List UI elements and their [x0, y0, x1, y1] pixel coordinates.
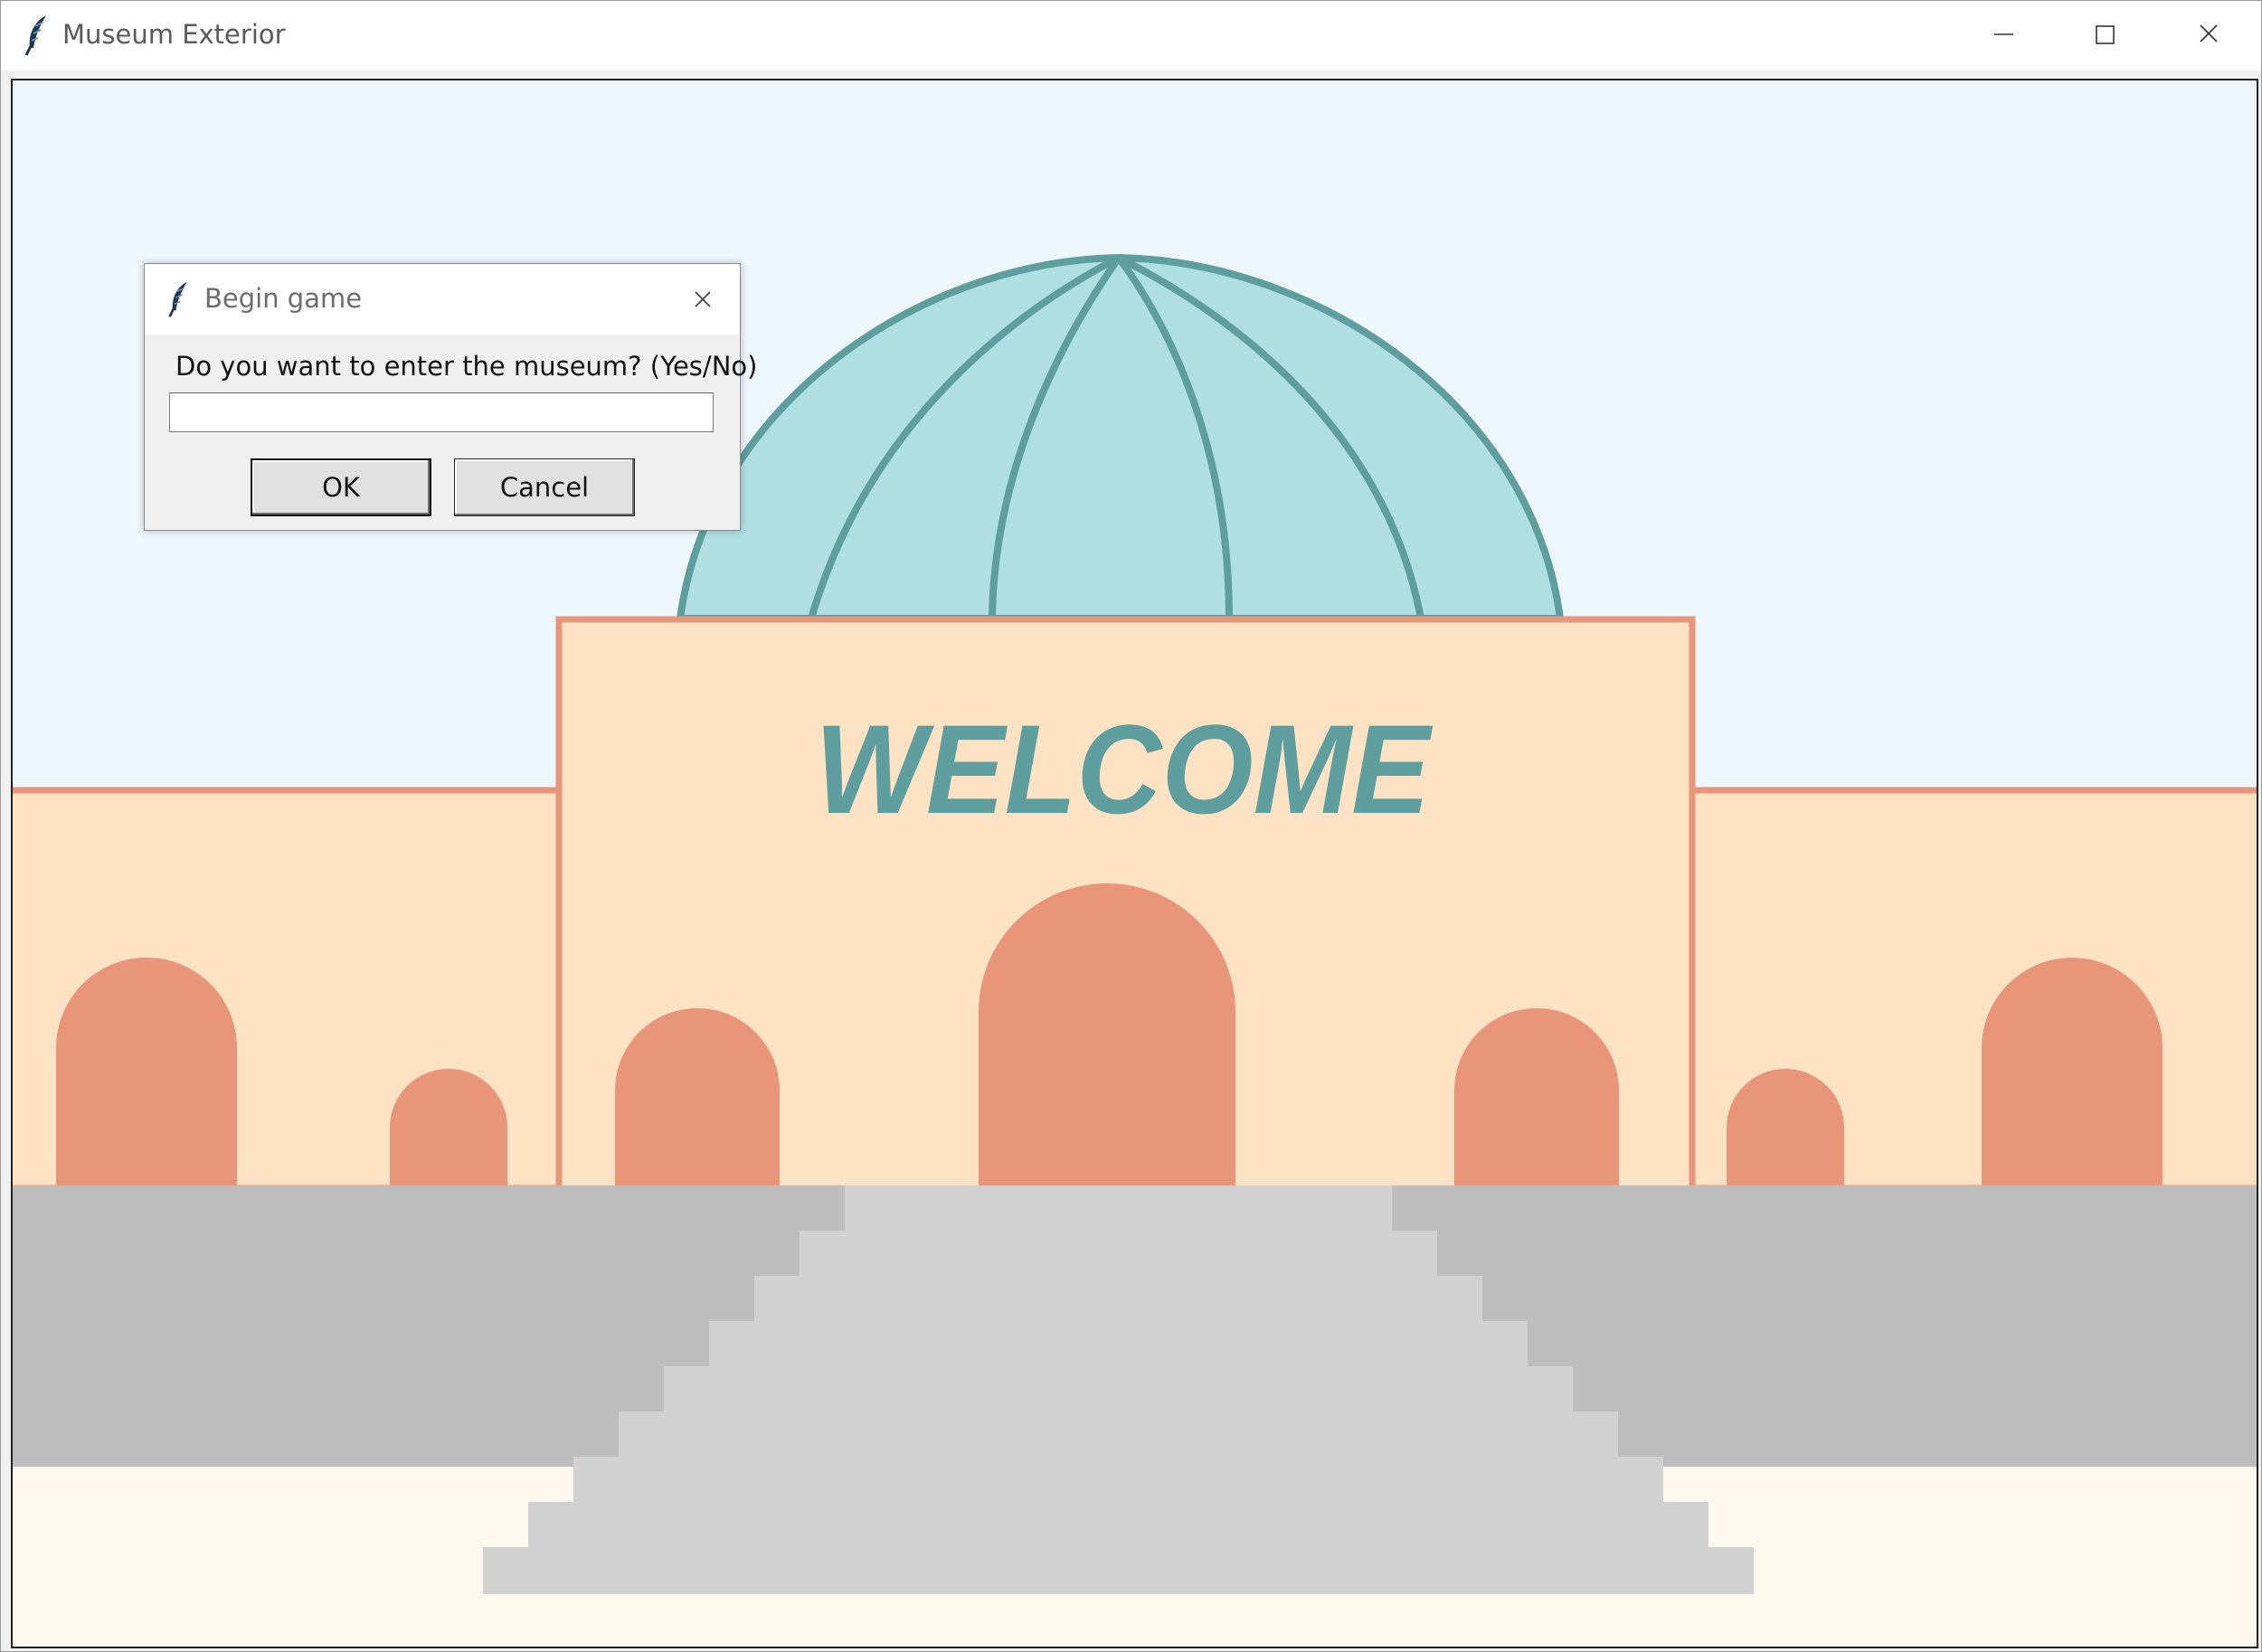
arch [1982, 958, 2163, 1185]
stair-step [800, 1231, 1437, 1278]
feather-icon [24, 15, 46, 56]
stair-step [709, 1321, 1528, 1368]
dialog-title-bar[interactable]: Begin game [145, 264, 740, 335]
cancel-button[interactable]: Cancel [454, 458, 635, 516]
maximize-icon [2096, 25, 2115, 44]
stair-step [528, 1502, 1708, 1549]
maximize-button[interactable] [2053, 1, 2157, 71]
arch [979, 883, 1235, 1185]
close-button[interactable] [2157, 1, 2261, 71]
app-window: Museum Exterior WELCOME Begin game Do yo… [0, 0, 2262, 1652]
ok-button[interactable]: OK [251, 458, 431, 516]
stair-step [845, 1185, 1392, 1232]
dialog-title: Begin game [204, 283, 363, 314]
stair-step [664, 1366, 1573, 1413]
answer-input[interactable] [169, 392, 714, 432]
arch [390, 1069, 507, 1185]
begin-game-dialog: Begin game Do you want to enter the muse… [144, 263, 757, 531]
stair-step [573, 1457, 1663, 1504]
title-bar[interactable]: Museum Exterior [1, 1, 2261, 71]
minimize-icon [1994, 33, 2013, 35]
arch [56, 958, 237, 1185]
welcome-sign: WELCOME [815, 698, 1433, 840]
stair-step [619, 1411, 1618, 1458]
museum-canvas[interactable]: WELCOME Begin game Do you want to enter … [11, 79, 2258, 1648]
arch [1454, 1008, 1619, 1185]
dialog-prompt: Do you want to enter the museum? (Yes/No… [175, 351, 758, 382]
arch [615, 1008, 780, 1185]
close-icon[interactable] [682, 278, 724, 320]
feather-icon [168, 281, 187, 317]
stair-step [483, 1547, 1754, 1594]
close-icon [2200, 24, 2218, 42]
minimize-button[interactable] [1949, 1, 2053, 71]
window-title: Museum Exterior [62, 19, 286, 50]
arch [1727, 1069, 1844, 1185]
stair-step [754, 1276, 1482, 1323]
